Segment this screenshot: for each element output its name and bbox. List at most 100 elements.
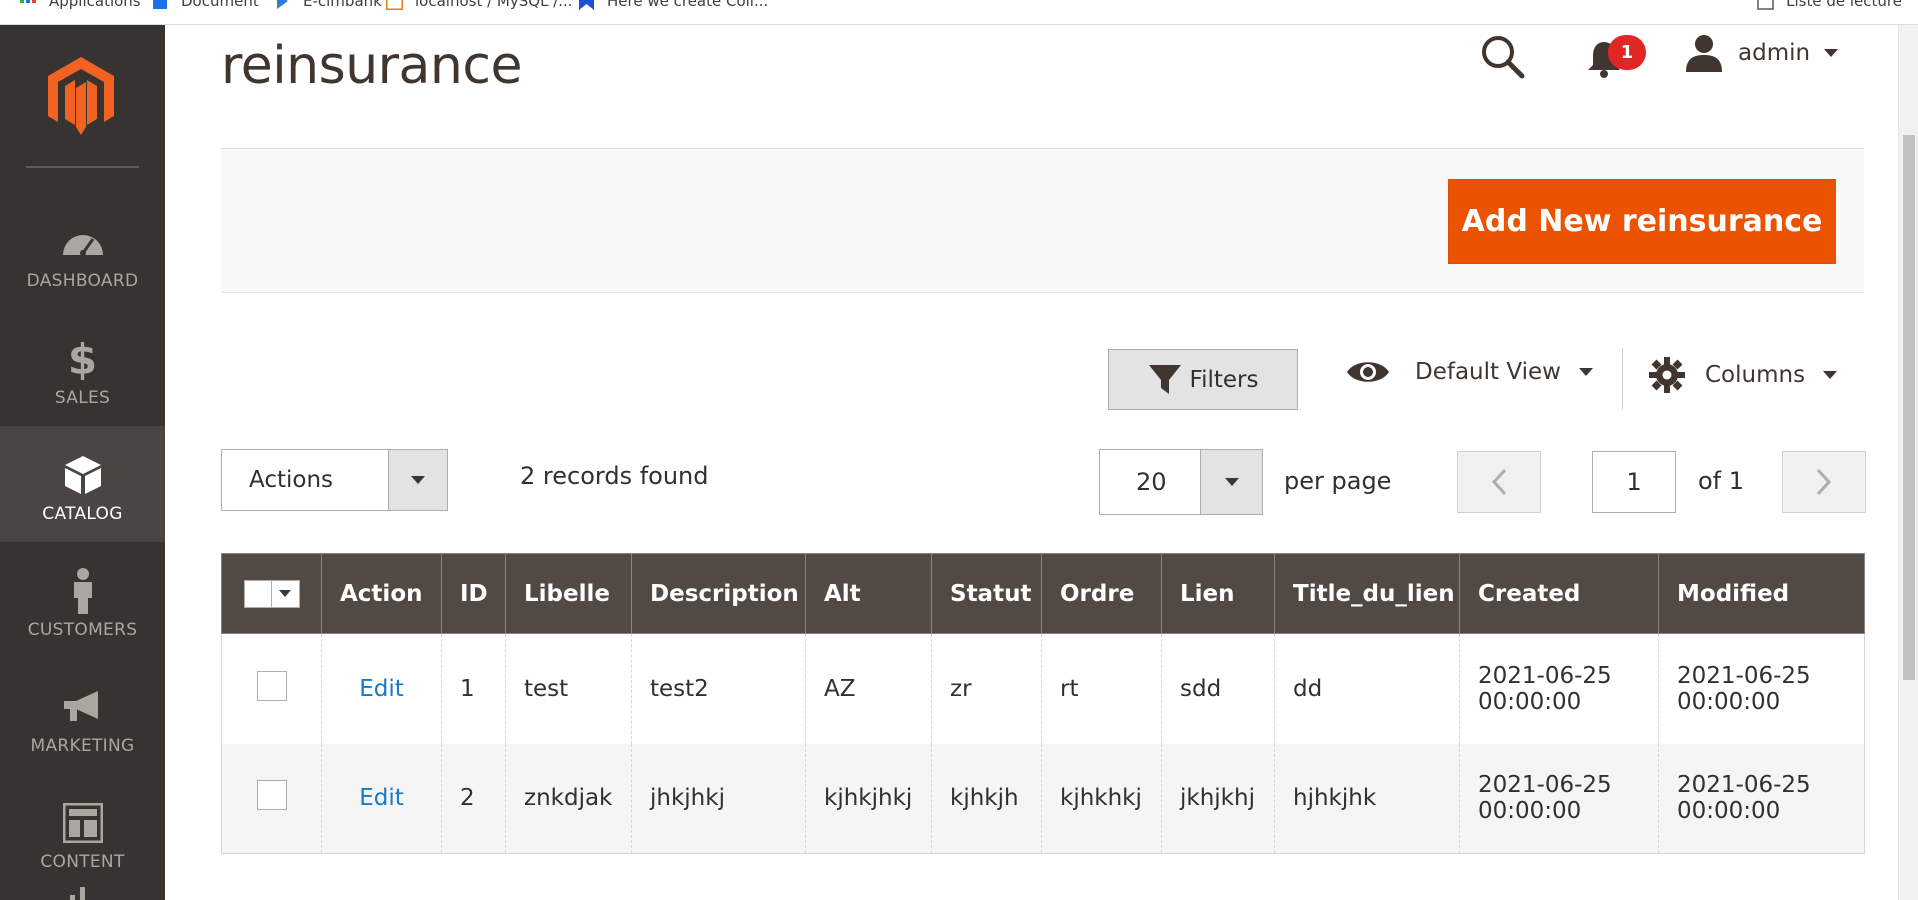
eye-icon (1347, 362, 1389, 382)
reading-list[interactable]: Liste de lecture (1757, 0, 1902, 12)
add-new-reinsurance-button[interactable]: Add New reinsurance (1448, 179, 1836, 264)
row-checkbox[interactable] (256, 670, 287, 701)
column-header-libelle[interactable]: Libelle (505, 553, 632, 634)
cell-title-du-lien: dd (1274, 633, 1460, 744)
columns-control[interactable]: Columns (1649, 357, 1838, 393)
edit-link[interactable]: Edit (359, 676, 404, 702)
cell-title-du-lien: hjhkjhk (1274, 743, 1460, 854)
menu-item-customers[interactable]: CUSTOMERS (0, 542, 165, 658)
chevron-down-icon (1824, 49, 1839, 57)
actions-toggle[interactable] (388, 450, 447, 510)
admin-username: admin (1738, 40, 1811, 66)
cell-statut: kjhkjh (931, 743, 1042, 854)
page-title: reinsurance (221, 36, 522, 96)
row-action-cell: Edit (321, 743, 442, 854)
chevron-right-icon (1816, 468, 1832, 496)
bookmark-localhost-mysql[interactable]: localhost / MySQL /... (384, 0, 573, 12)
cell-id: 1 (441, 633, 506, 744)
document-icon (152, 0, 169, 10)
mass-select-toggle[interactable] (271, 579, 300, 608)
bookmark-applications[interactable]: Applications (20, 0, 141, 12)
bookmark-icon (274, 0, 291, 10)
column-header-title-du-lien[interactable]: Title_du_lien (1274, 553, 1460, 634)
mass-select-checkbox[interactable] (243, 579, 272, 608)
edit-link[interactable]: Edit (359, 785, 404, 811)
notification-count-badge: 1 (1608, 35, 1646, 70)
column-header-lien[interactable]: Lien (1161, 553, 1275, 634)
controls-divider (1622, 348, 1623, 410)
search-icon (1482, 36, 1525, 79)
column-header-created[interactable]: Created (1459, 553, 1659, 634)
chevron-down-icon (1578, 368, 1593, 376)
cell-libelle: znkdjak (505, 743, 632, 854)
dollar-icon: $ (67, 334, 98, 384)
reading-list-icon (1757, 0, 1774, 10)
current-page-input[interactable]: 1 (1592, 451, 1676, 513)
mass-select-header[interactable] (221, 553, 322, 634)
per-page-select[interactable]: 20 (1099, 449, 1263, 515)
row-checkbox[interactable] (256, 780, 287, 811)
column-header-id[interactable]: ID (441, 553, 506, 634)
cell-modified: 2021-06-25 00:00:00 (1658, 633, 1865, 744)
cell-ordre: kjhkhkj (1041, 743, 1162, 854)
scrollbar-thumb[interactable] (1903, 135, 1915, 680)
filter-icon (1148, 364, 1181, 394)
cell-created: 2021-06-25 00:00:00 (1459, 633, 1659, 744)
row-select-cell (221, 743, 322, 854)
column-header-description[interactable]: Description (631, 553, 806, 634)
chevron-down-icon (1224, 478, 1239, 486)
row-action-cell: Edit (321, 633, 442, 744)
cell-description: jhkjhkj (631, 743, 806, 854)
admin-user-menu[interactable]: admin (1684, 34, 1839, 72)
view-switcher[interactable]: Default View (1345, 357, 1593, 387)
cell-id: 2 (441, 743, 506, 854)
cell-lien: sdd (1161, 633, 1275, 744)
column-header-statut[interactable]: Statut (931, 553, 1042, 634)
user-icon (1686, 35, 1722, 72)
cell-ordre: rt (1041, 633, 1162, 744)
bookmark-icon (578, 0, 595, 10)
apps-grid-icon (20, 0, 37, 10)
filters-button[interactable]: Filters (1108, 349, 1298, 410)
box-icon (60, 452, 106, 498)
per-page-toggle[interactable] (1200, 450, 1262, 514)
cell-alt: kjhkjhkj (805, 743, 932, 854)
megaphone-icon (60, 684, 106, 730)
column-header-modified[interactable]: Modified (1658, 553, 1865, 634)
bookmark-document[interactable]: Document (152, 0, 259, 12)
bookmark-collections[interactable]: Here we create Coll... (578, 0, 768, 12)
menu-item-marketing[interactable]: MARKETING (0, 658, 165, 774)
magento-logo[interactable] (48, 57, 114, 135)
table-row: Edit 1 test test2 AZ zr rt sdd dd 2021-0… (221, 633, 1865, 744)
column-header-alt[interactable]: Alt (805, 553, 932, 634)
page-scrollbar[interactable] (1898, 25, 1918, 900)
layout-icon (60, 800, 106, 846)
bookmark-ecimbank[interactable]: E-cimbank (274, 0, 382, 12)
cell-created: 2021-06-25 00:00:00 (1459, 743, 1659, 854)
menu-item-sales[interactable]: $ SALES (0, 310, 165, 426)
table-row: Edit 2 znkdjak jhkjhkj kjhkjhkj kjhkjh k… (221, 743, 1865, 854)
gear-icon (1649, 357, 1685, 393)
records-found-count: 2 records found (520, 462, 709, 490)
menu-item-content[interactable]: CONTENT (0, 774, 165, 890)
cell-lien: jkhjkhj (1161, 743, 1275, 854)
page-total-label: of 1 (1698, 467, 1745, 495)
mass-actions-dropdown[interactable]: Actions (221, 449, 448, 511)
previous-page-button[interactable] (1457, 451, 1541, 513)
chevron-down-icon (279, 590, 291, 597)
chevron-down-icon (411, 476, 425, 484)
menu-item-catalog[interactable]: CATALOG (0, 426, 165, 542)
next-page-button[interactable] (1782, 451, 1866, 513)
column-header-ordre[interactable]: Ordre (1041, 553, 1162, 634)
per-page-label: per page (1284, 467, 1392, 495)
menu-item-reports-partial[interactable] (66, 887, 100, 900)
global-search-button[interactable] (1480, 34, 1526, 80)
page-actions-bar: Add New reinsurance (221, 148, 1864, 293)
cell-description: test2 (631, 633, 806, 744)
chevron-down-icon (1823, 371, 1838, 379)
browser-bookmarks-bar: Applications Document E-cimbank localhos… (0, 0, 1918, 25)
admin-menu: DASHBOARD $ SALES CATALOG CUSTOMERS MARK… (0, 25, 165, 900)
column-header-action[interactable]: Action (321, 553, 442, 634)
menu-item-dashboard[interactable]: DASHBOARD (0, 193, 165, 309)
chevron-left-icon (1491, 468, 1507, 496)
